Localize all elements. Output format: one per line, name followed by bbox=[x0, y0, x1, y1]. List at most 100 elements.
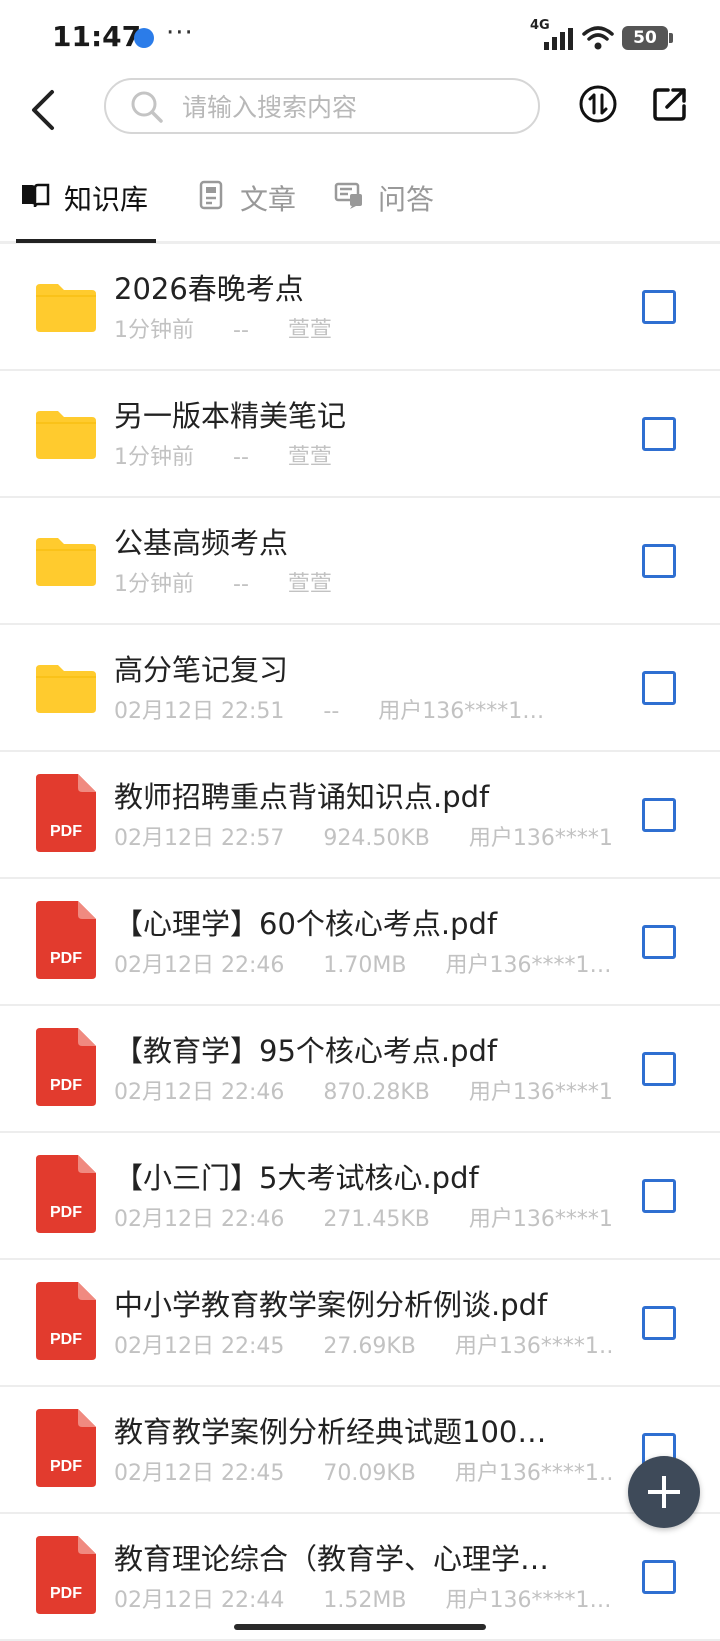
add-button[interactable] bbox=[628, 1456, 700, 1528]
file-row[interactable]: PDF 【小三门】5大考试核心.pdf 02月12日 22:46 271.45K… bbox=[0, 1133, 720, 1260]
item-owner: 萱萱 bbox=[287, 318, 332, 343]
pdf-badge-label: PDF bbox=[50, 1204, 82, 1221]
item-meta: 02月12日 22:46 271.45KB 用户136****1373 bbox=[114, 1201, 614, 1233]
folder-row[interactable]: 2026春晚考点 1分钟前 -- 萱萱 bbox=[0, 244, 720, 371]
select-checkbox[interactable] bbox=[642, 925, 676, 959]
search-box[interactable] bbox=[104, 78, 540, 134]
top-header bbox=[0, 74, 720, 146]
item-owner: 用户136****1373 bbox=[378, 699, 554, 724]
search-icon bbox=[131, 91, 163, 123]
search-input[interactable] bbox=[180, 88, 524, 126]
item-meta: 02月12日 22:45 70.09KB 用户136****1373 bbox=[114, 1455, 614, 1487]
item-meta: 1分钟前 -- 萱萱 bbox=[114, 439, 614, 471]
select-checkbox[interactable] bbox=[642, 544, 676, 578]
pdf-icon: PDF bbox=[36, 1155, 96, 1233]
back-arrow-icon[interactable] bbox=[24, 86, 64, 134]
pdf-badge-label: PDF bbox=[50, 950, 82, 967]
file-row[interactable]: PDF 教育教学案例分析经典试题100… 02月12日 22:45 70.09K… bbox=[0, 1387, 720, 1514]
select-checkbox[interactable] bbox=[642, 1560, 676, 1594]
pdf-badge-label: PDF bbox=[50, 1331, 82, 1348]
sort-icon[interactable] bbox=[578, 84, 618, 124]
tab-label: 文章 bbox=[240, 183, 297, 216]
folder-row[interactable]: 另一版本精美笔记 1分钟前 -- 萱萱 bbox=[0, 371, 720, 498]
item-size: -- bbox=[323, 699, 340, 724]
file-row[interactable]: PDF 教师招聘重点背诵知识点.pdf 02月12日 22:57 924.50K… bbox=[0, 752, 720, 879]
select-checkbox[interactable] bbox=[642, 798, 676, 832]
item-title: 【小三门】5大考试核心.pdf bbox=[114, 1161, 479, 1195]
pdf-icon: PDF bbox=[36, 774, 96, 852]
item-title: 教育教学案例分析经典试题100… bbox=[114, 1415, 547, 1449]
item-time: 02月12日 22:45 bbox=[114, 1461, 285, 1486]
tab-label: 问答 bbox=[378, 183, 435, 216]
tab-qa[interactable]: 问答 bbox=[334, 160, 458, 244]
pdf-icon: PDF bbox=[36, 901, 96, 979]
item-size: 1.70MB bbox=[323, 953, 407, 978]
item-time: 02月12日 22:57 bbox=[114, 826, 285, 851]
pdf-badge-label: PDF bbox=[50, 1585, 82, 1602]
select-checkbox[interactable] bbox=[642, 671, 676, 705]
share-icon[interactable] bbox=[652, 86, 688, 122]
item-title: 另一版本精美笔记 bbox=[114, 399, 347, 433]
item-owner: 萱萱 bbox=[287, 445, 332, 470]
book-icon bbox=[22, 183, 50, 208]
home-indicator[interactable] bbox=[234, 1624, 486, 1630]
folder-row[interactable]: 公基高频考点 1分钟前 -- 萱萱 bbox=[0, 498, 720, 625]
qa-icon bbox=[334, 182, 362, 209]
select-checkbox[interactable] bbox=[642, 1306, 676, 1340]
pdf-badge-label: PDF bbox=[50, 1458, 82, 1475]
pdf-icon: PDF bbox=[36, 1536, 96, 1614]
item-time: 1分钟前 bbox=[114, 572, 194, 597]
item-owner: 用户136****1373 bbox=[445, 953, 614, 978]
item-title: 【心理学】60个核心考点.pdf bbox=[114, 907, 498, 941]
item-time: 02月12日 22:45 bbox=[114, 1334, 285, 1359]
item-title: 【教育学】95个核心考点.pdf bbox=[114, 1034, 498, 1068]
item-owner: 用户136****1373 bbox=[468, 1207, 614, 1232]
select-checkbox[interactable] bbox=[642, 417, 676, 451]
item-time: 02月12日 22:46 bbox=[114, 1207, 285, 1232]
item-owner: 用户136****1373 bbox=[454, 1461, 614, 1486]
item-size: -- bbox=[233, 572, 249, 597]
item-title: 高分笔记复习 bbox=[114, 653, 289, 687]
item-time: 02月12日 22:51 bbox=[114, 699, 285, 724]
pdf-icon: PDF bbox=[36, 1028, 96, 1106]
item-time: 02月12日 22:46 bbox=[114, 953, 285, 978]
select-checkbox[interactable] bbox=[642, 1052, 676, 1086]
item-time: 02月12日 22:46 bbox=[114, 1080, 285, 1105]
item-owner: 用户136****1373 bbox=[445, 1588, 614, 1613]
tab-bar: 知识库 文章 问答 bbox=[0, 160, 720, 244]
item-time: 1分钟前 bbox=[114, 445, 194, 470]
item-meta: 02月12日 22:57 924.50KB 用户136****1373 bbox=[114, 820, 614, 852]
item-title: 教师招聘重点背诵知识点.pdf bbox=[114, 780, 490, 814]
item-meta: 02月12日 22:46 870.28KB 用户136****1373 bbox=[114, 1074, 614, 1106]
article-icon bbox=[199, 180, 223, 210]
app-notification-icon bbox=[134, 28, 154, 48]
item-title: 公基高频考点 bbox=[114, 526, 289, 560]
file-row[interactable]: PDF 【教育学】95个核心考点.pdf 02月12日 22:46 870.28… bbox=[0, 1006, 720, 1133]
item-meta: 02月12日 22:44 1.52MB 用户136****1373 bbox=[114, 1582, 614, 1614]
file-row[interactable]: PDF 【心理学】60个核心考点.pdf 02月12日 22:46 1.70MB… bbox=[0, 879, 720, 1006]
tab-article[interactable]: 文章 bbox=[196, 160, 320, 244]
status-time: 11:47 bbox=[52, 20, 142, 53]
file-list: 2026春晚考点 1分钟前 -- 萱萱 另一版本精美笔记 1分钟前 -- 萱萱 … bbox=[0, 244, 720, 1641]
item-size: 27.69KB bbox=[323, 1334, 416, 1359]
battery-icon: 50 bbox=[622, 26, 673, 50]
item-size: 924.50KB bbox=[323, 826, 430, 851]
folder-icon bbox=[36, 538, 96, 586]
select-checkbox[interactable] bbox=[642, 1179, 676, 1213]
status-bar: 11:47 ··· 4G 50 bbox=[0, 0, 720, 74]
tab-knowledge-base[interactable]: 知识库 bbox=[20, 160, 156, 244]
item-title: 中小学教育教学案例分析例谈.pdf bbox=[114, 1288, 548, 1322]
signal-icon bbox=[544, 28, 573, 50]
item-owner: 用户136****1373 bbox=[468, 826, 614, 851]
folder-row[interactable]: 高分笔记复习 02月12日 22:51 -- 用户136****1373 bbox=[0, 625, 720, 752]
select-checkbox[interactable] bbox=[642, 290, 676, 324]
file-row[interactable]: PDF 中小学教育教学案例分析例谈.pdf 02月12日 22:45 27.69… bbox=[0, 1260, 720, 1387]
item-meta: 1分钟前 -- 萱萱 bbox=[114, 566, 614, 598]
item-owner: 用户136****1373 bbox=[468, 1080, 614, 1105]
tab-label: 知识库 bbox=[64, 183, 149, 216]
pdf-icon: PDF bbox=[36, 1409, 96, 1487]
item-meta: 02月12日 22:46 1.70MB 用户136****1373 bbox=[114, 947, 614, 979]
file-row[interactable]: PDF 教育理论综合（教育学、心理学… 02月12日 22:44 1.52MB … bbox=[0, 1514, 720, 1641]
item-meta: 1分钟前 -- 萱萱 bbox=[114, 312, 614, 344]
item-meta: 02月12日 22:51 -- 用户136****1373 bbox=[114, 693, 614, 725]
